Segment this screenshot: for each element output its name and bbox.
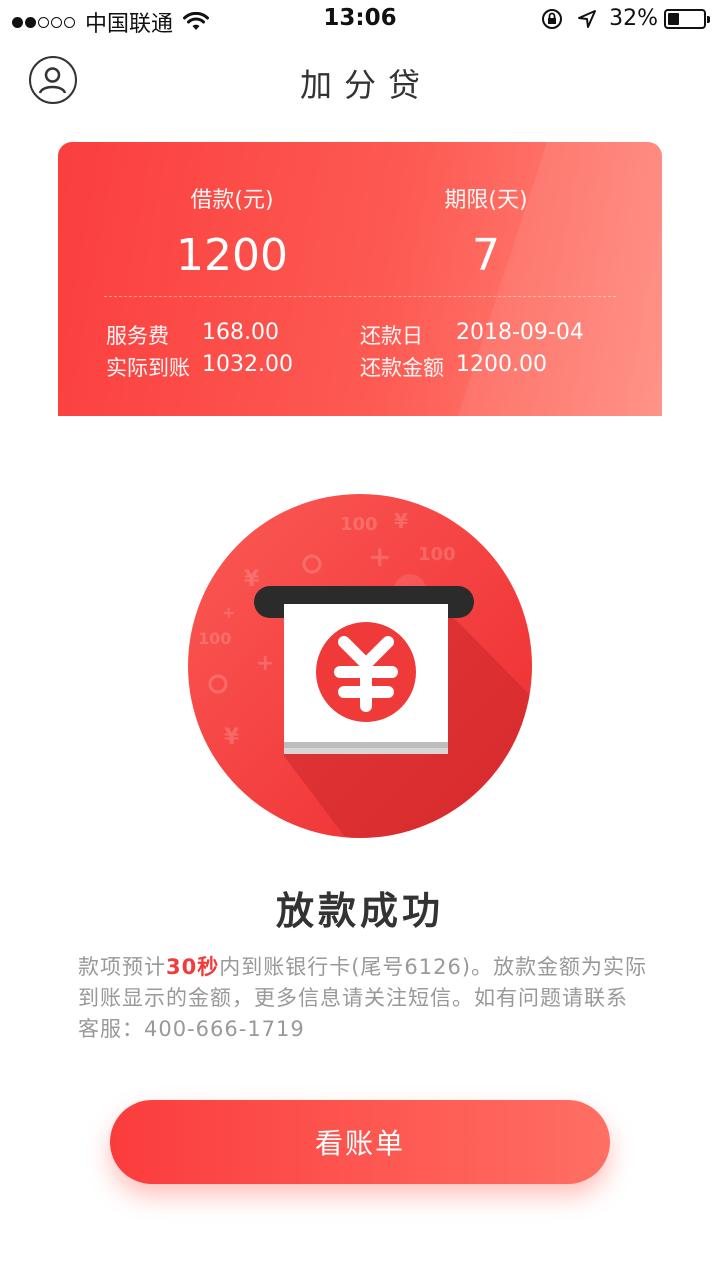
loan-amount-value: 1200 [176, 230, 288, 281]
service-fee-label: 服务费 [106, 324, 169, 348]
repay-amount-row: 还款金额 1200.00 [360, 352, 547, 382]
svg-text:+: + [256, 651, 274, 676]
desc-highlight: 30秒 [166, 955, 220, 979]
success-title: 放款成功 [275, 889, 444, 933]
svg-text:100: 100 [198, 629, 231, 648]
repay-amount-value: 1200.00 [456, 352, 547, 377]
svg-text:+: + [368, 540, 391, 573]
svg-text:100: 100 [340, 514, 378, 535]
loan-term-block: 期限(天) 7 [356, 182, 616, 281]
service-fee-value: 168.00 [202, 320, 279, 345]
page-title: 加分贷 [299, 66, 432, 104]
app-header: 加分贷 [0, 40, 720, 124]
repay-date-value: 2018-09-04 [456, 320, 584, 345]
battery-percent: 32% [609, 6, 658, 31]
loan-term-value: 7 [472, 230, 500, 281]
location-arrow-icon [578, 9, 597, 28]
service-fee-row: 服务费 168.00 [106, 320, 279, 350]
svg-text:¥: ¥ [394, 509, 408, 533]
svg-text:¥: ¥ [224, 725, 240, 750]
loan-amount-block: 借款(元) 1200 [102, 182, 362, 281]
repay-date-label: 还款日 [360, 324, 423, 348]
loan-amount-label: 借款(元) [190, 188, 274, 213]
card-divider [104, 296, 616, 297]
svg-text:¥: ¥ [244, 567, 260, 592]
battery-icon [664, 8, 710, 29]
view-bill-button[interactable]: 看账单 [110, 1100, 610, 1184]
svg-text:+: + [222, 603, 235, 622]
status-right: 32% [541, 6, 710, 31]
loan-term-label: 期限(天) [444, 188, 528, 213]
actual-received-value: 1032.00 [202, 352, 293, 377]
repay-amount-label: 还款金额 [360, 356, 444, 380]
actual-received-row: 实际到账 1032.00 [106, 352, 293, 382]
loan-summary-card: 借款(元) 1200 期限(天) 7 服务费 168.00 实际到账 1032.… [58, 142, 662, 416]
actual-received-label: 实际到账 [106, 356, 190, 380]
rotation-lock-icon [542, 8, 563, 29]
desc-prefix: 款项预计 [78, 955, 166, 979]
success-description: 款项预计30秒内到账银行卡(尾号6126)。放款金额为实际到账显示的金额，更多信… [78, 952, 648, 1045]
status-bar: 中国联通 13:06 32% [0, 0, 720, 40]
repay-date-row: 还款日 2018-09-04 [360, 320, 584, 350]
yuan-receipt-icon: 100 100 + ¥ ¥ ¥ 100 + + [188, 494, 532, 838]
svg-text:100: 100 [418, 544, 456, 565]
